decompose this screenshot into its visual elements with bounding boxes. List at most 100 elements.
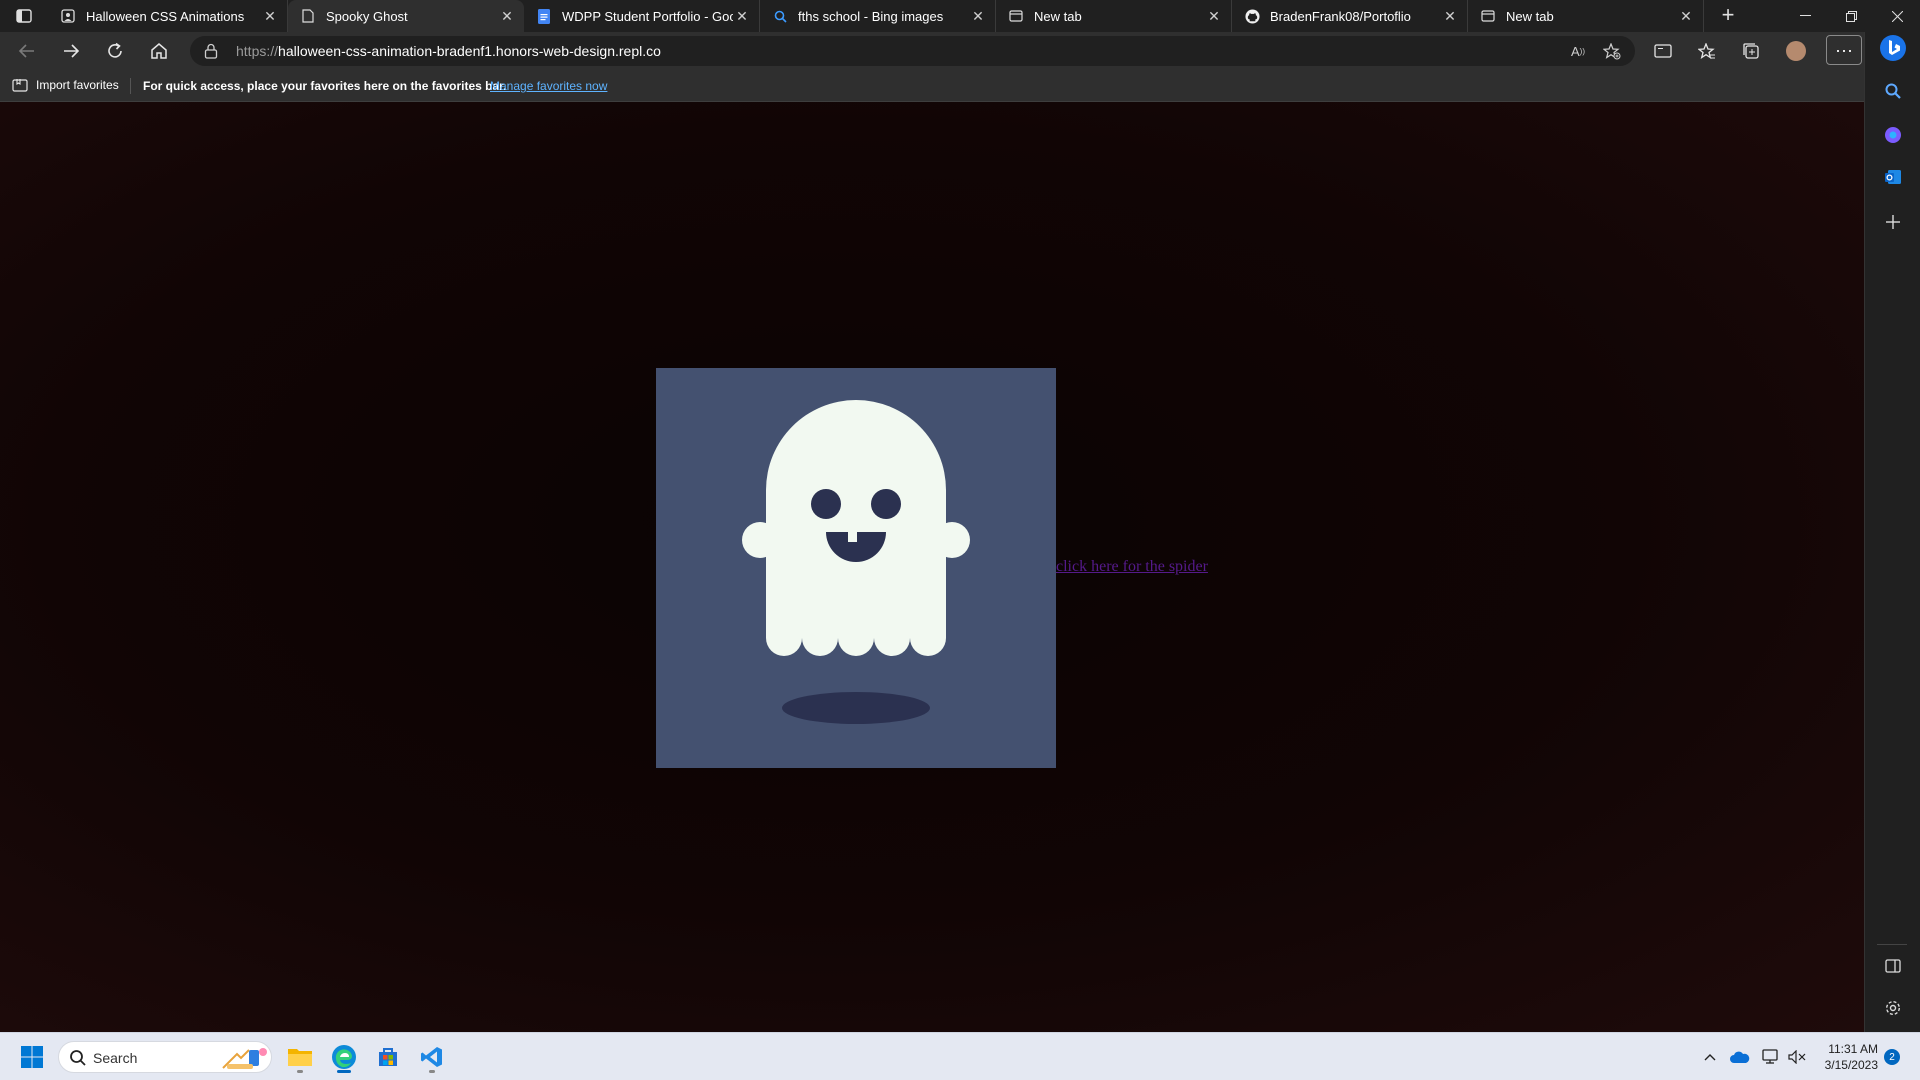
close-tab-icon[interactable]: ✕ [969,7,987,25]
vscode-icon [421,1047,442,1067]
forward-button[interactable] [56,37,86,65]
sidebar-panel-icon [1885,959,1901,973]
cast-button[interactable] [1648,37,1678,65]
search-icon [772,8,788,24]
edge-taskbar-button[interactable] [326,1039,362,1075]
spider-link[interactable]: click here for the spider [1056,558,1208,576]
sidebar-divider [1877,944,1907,945]
tab-new-tab-2[interactable]: New tab ✕ [1468,0,1704,32]
search-icon [1885,83,1901,99]
sidebar-add-button[interactable] [1877,206,1909,238]
back-arrow-icon [18,44,34,58]
close-tab-icon[interactable]: ✕ [1205,7,1223,25]
bing-icon [1880,35,1906,61]
browser-toolbar: https://halloween-css-animation-bradenf1… [0,32,1864,70]
tab-title: New tab [1506,8,1554,24]
manage-favorites-link[interactable]: Manage favorites now [490,79,607,93]
tab-new-tab[interactable]: New tab ✕ [996,0,1232,32]
ghost-container [656,368,1056,768]
ghost-right-eye [871,489,901,519]
home-button[interactable] [144,37,174,65]
sidebar-discover-button[interactable] [1877,119,1909,151]
tab-github-portfolio[interactable]: BradenFrank08/Portoflio ✕ [1232,0,1468,32]
minimize-button[interactable] [1782,0,1828,32]
tab-halloween-css[interactable]: Halloween CSS Animations ✕ [48,0,288,32]
back-button[interactable] [12,37,42,65]
bing-copilot-button[interactable] [1877,32,1909,64]
favorites-bar-message: For quick access, place your favorites h… [143,79,507,93]
url-host: halloween-css-animation-bradenf1.honors-… [278,43,661,59]
volume-button[interactable] [1786,1041,1808,1073]
page-content: click here for the spider [0,102,1864,1032]
newtab-icon [1008,8,1024,24]
import-favorites-button[interactable]: Import favorites [12,78,119,92]
cast-icon [1654,44,1672,58]
close-window-button[interactable] [1874,0,1920,32]
tab-strip: Halloween CSS Animations ✕ Spooky Ghost … [0,0,1920,32]
clock-date: 3/15/2023 [1824,1058,1878,1072]
docs-icon [536,8,552,24]
search-icon [70,1050,86,1066]
taskbar-search-label: Search [93,1050,138,1066]
tab-title: New tab [1034,8,1082,24]
microsoft-store-button[interactable] [370,1039,406,1075]
tab-title: BradenFrank08/Portoflio [1270,8,1411,24]
tab-actions-button[interactable] [10,6,38,26]
tab-wdpp-portfolio[interactable]: WDPP Student Portfolio - Googl ✕ [524,0,760,32]
close-tab-icon[interactable]: ✕ [261,7,279,25]
tab-title: Halloween CSS Animations [86,8,245,24]
notification-badge[interactable]: 2 [1884,1049,1900,1065]
profile-avatar[interactable] [1786,41,1806,61]
address-bar[interactable]: https://halloween-css-animation-bradenf1… [190,36,1635,66]
url-protocol: https:// [236,43,279,59]
refresh-button[interactable] [100,37,130,65]
add-favorite-icon[interactable] [1601,41,1623,61]
import-favorites-label: Import favorites [36,78,119,92]
favorites-bar: Import favorites For quick access, place… [0,70,1864,102]
sidebar-settings-button[interactable] [1877,992,1909,1024]
store-icon [379,1048,397,1066]
start-button[interactable] [14,1039,50,1075]
edge-browser-icon [332,1045,356,1069]
new-tab-button[interactable]: + [1716,4,1740,28]
ghost-tooth [848,532,857,542]
repl-icon [60,8,76,24]
home-icon [151,43,167,59]
close-tab-icon[interactable]: ✕ [733,7,751,25]
plus-icon [1886,215,1900,229]
settings-and-more-button[interactable]: ··· [1826,35,1862,65]
close-tab-icon[interactable]: ✕ [1441,7,1459,25]
ghost-left-eye [811,489,841,519]
vscode-button[interactable] [414,1039,450,1075]
sidebar-search-button[interactable] [1877,75,1909,107]
restore-button[interactable] [1828,0,1874,32]
windows-taskbar: Search 11:31 AM 3/15/2023 2 [0,1032,1920,1080]
file-explorer-button[interactable] [282,1039,318,1075]
tab-actions-icon [16,9,32,23]
onedrive-button[interactable] [1728,1041,1752,1073]
close-tab-icon[interactable]: ✕ [1677,7,1695,25]
close-tab-icon[interactable]: ✕ [498,7,516,25]
network-button[interactable] [1760,1041,1782,1073]
show-hidden-icons-button[interactable] [1700,1041,1720,1073]
forward-arrow-icon [64,44,80,58]
read-aloud-icon[interactable]: A)) [1567,41,1589,61]
url-text[interactable]: https://halloween-css-animation-bradenf1… [236,43,661,59]
favorites-button[interactable] [1692,37,1722,65]
refresh-icon [108,42,122,58]
github-icon [1244,8,1260,24]
tab-bing-images[interactable]: fths school - Bing images ✕ [760,0,996,32]
discover-icon [1885,127,1901,143]
collections-button[interactable] [1736,37,1766,65]
lock-icon[interactable] [204,43,218,59]
sidebar-outlook-button[interactable] [1877,161,1909,193]
taskbar-clock[interactable]: 11:31 AM 3/15/2023 [1812,1041,1878,1073]
page-icon [300,8,316,24]
chevron-up-icon [1704,1054,1716,1061]
hide-sidebar-button[interactable] [1877,950,1909,982]
ghost-body [766,400,946,638]
taskbar-search[interactable]: Search [58,1041,272,1073]
tab-title: fths school - Bing images [798,8,944,24]
tab-spooky-ghost[interactable]: Spooky Ghost ✕ [288,0,524,32]
spooky-ghost-illustration [742,400,970,724]
